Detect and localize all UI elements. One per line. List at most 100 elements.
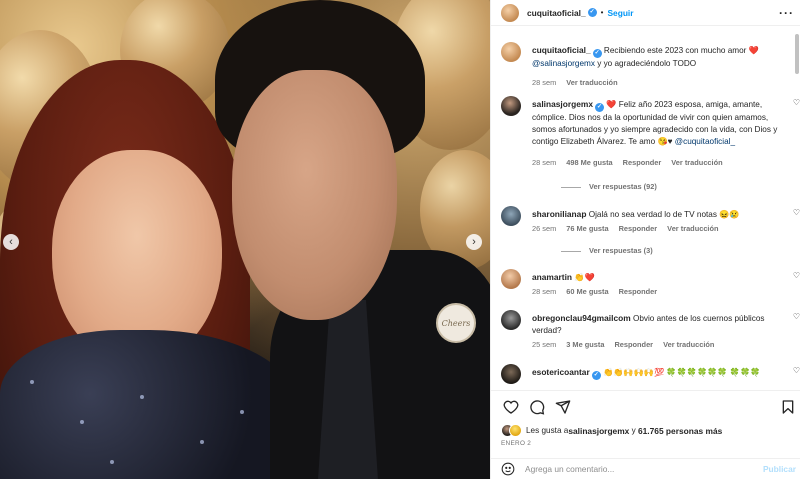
comment-username[interactable]: esotericoantar xyxy=(532,367,590,377)
avatar[interactable] xyxy=(501,42,521,62)
chevron-right-icon: › xyxy=(472,235,476,248)
sequin-dress xyxy=(0,330,300,479)
translate-link[interactable]: Ver traducción xyxy=(671,158,722,167)
verified-badge-icon: ✓ xyxy=(592,49,602,58)
previous-photo-button[interactable]: ‹ xyxy=(3,234,19,250)
translate-link[interactable]: Ver traducción xyxy=(663,340,714,349)
comment-meta: 28 sem 60 Me gusta Responder xyxy=(532,287,667,296)
likes-count[interactable]: 61.765 personas más xyxy=(638,426,722,436)
sequin xyxy=(140,395,144,399)
comment-text: anamartin 👏❤️ xyxy=(532,271,788,284)
post-side-panel: cuquitaoficial_ ✓ • Seguir ··· cuquitaof… xyxy=(490,0,800,479)
comment-text: sharonilianap Ojalá no sea verdad lo de … xyxy=(532,208,788,221)
view-replies-button[interactable]: Ver respuestas (3) xyxy=(561,246,653,255)
separator-dot: • xyxy=(600,8,604,17)
action-bar xyxy=(491,390,800,422)
avatar[interactable] xyxy=(501,364,521,384)
caption-body-end: y yo agradeciéndolo TODO xyxy=(594,59,697,68)
comment-username[interactable]: salinasjorgemx xyxy=(532,99,593,109)
like-comment-heart-icon[interactable]: ♡ xyxy=(793,271,800,280)
man-face xyxy=(232,70,397,320)
share-button[interactable] xyxy=(553,397,573,417)
likes-middle: y xyxy=(629,426,638,435)
like-comment-heart-icon[interactable]: ♡ xyxy=(793,312,800,321)
reply-button[interactable]: Responder xyxy=(623,158,662,167)
view-replies-button[interactable]: Ver respuestas (92) xyxy=(561,182,657,191)
more-options-icon[interactable]: ··· xyxy=(779,6,794,20)
next-photo-button[interactable]: › xyxy=(466,234,482,250)
sequin xyxy=(200,440,204,444)
avatar[interactable] xyxy=(501,310,521,330)
smiley-icon[interactable] xyxy=(501,462,515,476)
verified-badge-icon: ✓ xyxy=(587,8,597,17)
avatar[interactable] xyxy=(501,206,521,226)
caption-body: Recibiendo este 2023 con mucho amor ❤️ xyxy=(601,46,759,55)
caption-mention[interactable]: @salinasjorgemx xyxy=(532,59,595,68)
comment-meta: 26 sem 76 Me gusta Responder Ver traducción xyxy=(532,224,729,233)
likes-prefix: Les gusta a xyxy=(526,426,569,435)
like-comment-heart-icon[interactable]: ♡ xyxy=(793,366,800,375)
likes-user[interactable]: salinasjorgemx xyxy=(568,426,629,436)
comment-likes[interactable]: 76 Me gusta xyxy=(566,224,608,233)
comment-button[interactable] xyxy=(527,397,547,417)
comment-composer: Publicar xyxy=(491,458,800,479)
comment-username[interactable]: anamartin xyxy=(532,272,572,282)
comment-likes[interactable]: 498 Me gusta xyxy=(566,158,612,167)
chevron-left-icon: ‹ xyxy=(9,235,13,248)
comment-username[interactable]: obregonclau94gmailcom xyxy=(532,313,631,323)
comment-meta: 25 sem 3 Me gusta Responder Ver traducción xyxy=(532,340,724,349)
post-photo[interactable]: Cheers ‹ › xyxy=(0,0,490,479)
save-button[interactable] xyxy=(778,397,798,417)
comments-list[interactable]: cuquitaoficial_ ✓ Recibiendo este 2023 co… xyxy=(491,34,800,390)
comment-text: salinasjorgemx ✓ ❤️ Feliz año 2023 esposa… xyxy=(532,98,788,148)
timestamp[interactable]: 25 sem xyxy=(532,340,556,349)
comments-scrollbar[interactable] xyxy=(795,34,799,74)
verified-badge-icon: ✓ xyxy=(591,371,601,380)
comment-mention[interactable]: @cuquitaoficial_ xyxy=(675,137,735,146)
caption-meta: 28 sem Ver traducción xyxy=(532,78,628,87)
post-date[interactable]: ENERO 2 xyxy=(501,440,531,447)
comment-likes[interactable]: 3 Me gusta xyxy=(566,340,604,349)
heart-icon xyxy=(503,400,519,414)
comment-body: 👏❤️ xyxy=(572,273,595,282)
comment-likes[interactable]: 60 Me gusta xyxy=(566,287,608,296)
comment-text: esotericoantar ✓ 👏👏🙌🙌🙌💯 🍀🍀🍀🍀🍀🍀 🍀🍀🍀 xyxy=(532,366,788,380)
comment-body: 👏👏🙌🙌🙌💯 🍀🍀🍀🍀🍀🍀 🍀🍀🍀 xyxy=(600,368,761,377)
avatar[interactable] xyxy=(501,96,521,116)
lapel-pin: Cheers xyxy=(436,303,476,343)
timestamp[interactable]: 28 sem xyxy=(532,287,556,296)
sequin xyxy=(110,460,114,464)
post-header: cuquitaoficial_ ✓ • Seguir ··· xyxy=(491,0,800,26)
sequin xyxy=(80,420,84,424)
translate-link[interactable]: Ver traducción xyxy=(667,224,718,233)
caption-text: cuquitaoficial_ ✓ Recibiendo este 2023 co… xyxy=(532,44,788,70)
like-button[interactable] xyxy=(501,397,521,417)
caption-username[interactable]: cuquitaoficial_ xyxy=(532,45,591,55)
like-comment-heart-icon[interactable]: ♡ xyxy=(793,208,800,217)
reply-button[interactable]: Responder xyxy=(619,224,658,233)
reply-button[interactable]: Responder xyxy=(614,340,653,349)
comment-text: obregonclau94gmailcom Obvio antes de los… xyxy=(532,312,788,337)
timestamp[interactable]: 28 sem xyxy=(532,78,556,87)
like-comment-heart-icon[interactable]: ♡ xyxy=(793,98,800,107)
timestamp[interactable]: 28 sem xyxy=(532,158,556,167)
reply-button[interactable]: Responder xyxy=(619,287,658,296)
likes-summary: Les gusta a salinasjorgemx y 61.765 pers… xyxy=(501,424,722,437)
comment-icon xyxy=(530,399,545,415)
verified-badge-icon: ✓ xyxy=(594,103,604,112)
comment-username[interactable]: sharonilianap xyxy=(532,209,586,219)
header-username[interactable]: cuquitaoficial_ xyxy=(527,8,586,18)
translate-link[interactable]: Ver traducción xyxy=(566,78,617,87)
paper-plane-icon xyxy=(555,399,571,414)
timestamp[interactable]: 26 sem xyxy=(532,224,556,233)
avatar[interactable] xyxy=(501,269,521,289)
sequin xyxy=(240,410,244,414)
bookmark-icon xyxy=(782,399,794,414)
comment-input[interactable] xyxy=(525,464,763,474)
sequin xyxy=(30,380,34,384)
avatar[interactable] xyxy=(501,3,519,22)
follow-button[interactable]: Seguir xyxy=(607,8,633,18)
comment-body: Ojalá no sea verdad lo de TV notas 😖😢 xyxy=(586,210,740,219)
publish-button[interactable]: Publicar xyxy=(763,464,796,474)
avatar[interactable] xyxy=(509,424,522,437)
